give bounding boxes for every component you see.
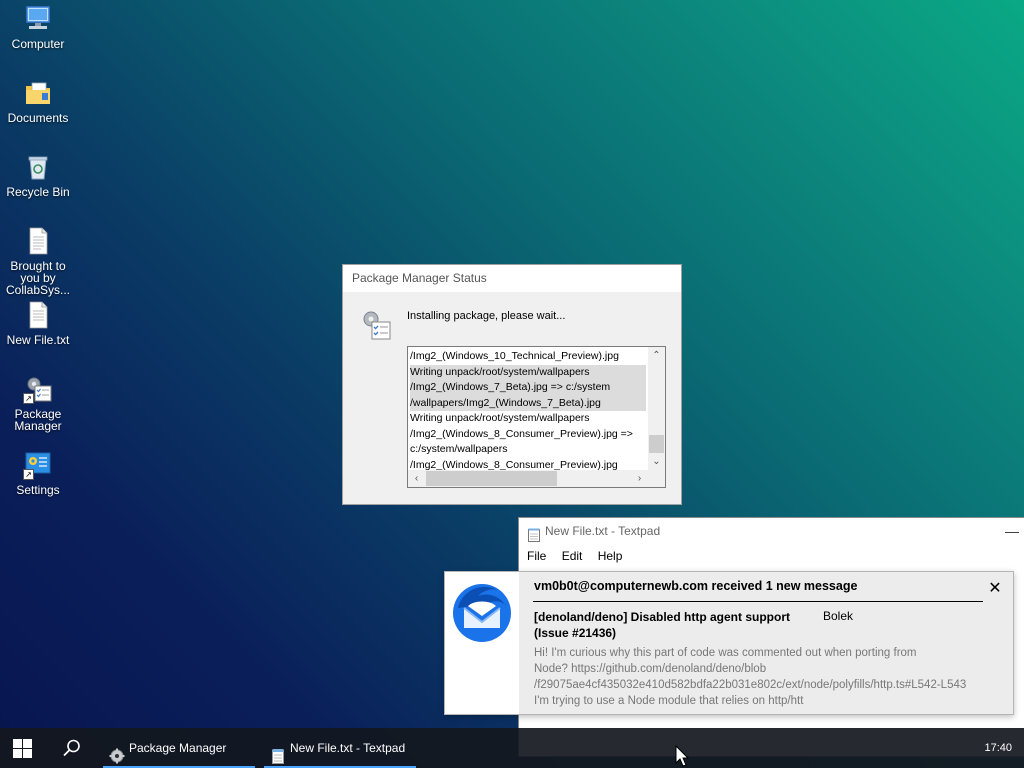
taskbar-item-label: New File.txt - Textpad: [290, 741, 406, 755]
desktop-icon-documents[interactable]: Documents: [0, 78, 76, 124]
start-button[interactable]: [13, 739, 32, 758]
textpad-titlebar[interactable]: New File.txt - Textpad —: [519, 518, 1024, 545]
window-title[interactable]: Package Manager Status: [343, 265, 681, 292]
scroll-up-arrow-icon[interactable]: ⌃: [648, 347, 665, 364]
vertical-scrollbar[interactable]: ⌃ ⌄: [648, 347, 665, 470]
horizontal-scrollbar[interactable]: ‹ ›: [408, 470, 665, 487]
desktop-icon-brought-to-you[interactable]: Brought to you by CollabSys...: [0, 226, 76, 296]
log-line: c:/system/wallpapers: [410, 443, 508, 455]
shortcut-arrow-icon: ↗: [23, 393, 34, 404]
log-line: Writing unpack/root/system/wallpapers: [410, 364, 646, 380]
message-preview-line: Hi! I'm curious why this part of code wa…: [534, 647, 917, 659]
message-subject: [denoland/deno] Disabled http agent supp…: [534, 610, 790, 640]
desktop-icon-label: Documents: [7, 111, 69, 125]
search-icon: [63, 739, 80, 757]
notification-title: vm0b0t@computernewb.com received 1 new m…: [534, 579, 858, 593]
log-line: /wallpapers/Img2_(Windows_7_Beta).jpg: [410, 395, 646, 411]
log-line: /Img2_(Windows_7_Beta).jpg => c:/system: [410, 380, 646, 396]
notepad-icon: [528, 525, 540, 542]
desktop-icon-label: New File.txt: [6, 333, 70, 347]
notepad-icon: [270, 740, 286, 764]
desktop-icon-label: Settings: [16, 483, 60, 497]
message-preview-line: /f29075ae4cf435032e410d582bdfa22b031e802…: [534, 679, 967, 691]
text-file-icon: [23, 226, 53, 256]
log-line: /Img2_(Windows_8_Consumer_Preview).jpg: [410, 458, 618, 471]
taskbar-item-label: Package Manager: [129, 741, 227, 755]
desktop-icon-new-file[interactable]: New File.txt: [0, 300, 76, 346]
desktop-icon-label: Computer: [11, 37, 65, 51]
divider: [533, 601, 983, 602]
install-log-lines: /Img2_(Windows_10_Technical_Preview).jpg…: [408, 347, 648, 470]
menu-file[interactable]: File: [527, 549, 546, 563]
message-preview-line: Node? https://github.com/denoland/deno/b…: [534, 663, 767, 675]
desktop-icon-settings[interactable]: ↗ Settings: [0, 450, 76, 496]
desktop-icon-recycle-bin[interactable]: Recycle Bin: [0, 152, 76, 198]
taskbar: Package Manager New File.txt - Textpad 1…: [0, 728, 1024, 768]
text-file-icon: [23, 300, 53, 330]
desktop-icon-label: Recycle Bin: [6, 185, 70, 199]
package-manager-status-window[interactable]: Package Manager Status Installing packag…: [342, 264, 682, 505]
vertical-scroll-thumb[interactable]: [649, 435, 664, 453]
settings-icon: ↗: [23, 450, 53, 480]
message-preview: Hi! I'm curious why this part of code wa…: [534, 645, 994, 709]
desktop-icon-computer[interactable]: Computer: [0, 4, 76, 50]
message-preview-line: I'm trying to use a Node module that rel…: [534, 695, 804, 707]
desktop-icon-package-manager[interactable]: ↗ Package Manager: [0, 374, 76, 432]
install-log-listbox[interactable]: /Img2_(Windows_10_Technical_Preview).jpg…: [407, 346, 666, 488]
package-manager-icon: [109, 740, 125, 764]
notification-logo-area: [445, 572, 519, 714]
close-icon[interactable]: ✕: [987, 578, 1003, 598]
log-line: Writing unpack/root/system/wallpapers: [410, 412, 590, 424]
thunderbird-logo-icon: [453, 584, 511, 642]
computer-icon: [23, 4, 53, 34]
log-line: /Img2_(Windows_10_Technical_Preview).jpg: [410, 350, 619, 362]
scroll-left-arrow-icon[interactable]: ‹: [408, 470, 425, 487]
menu-bar: File Edit Help: [519, 545, 1024, 567]
message-sender: Bolek: [823, 609, 854, 623]
recycle-bin-icon: [23, 152, 53, 182]
desktop-icon-label: Brought to you by CollabSys...: [5, 259, 71, 297]
package-manager-icon: [359, 308, 393, 342]
window-title: New File.txt - Textpad: [545, 524, 661, 538]
minimize-button[interactable]: —: [1005, 518, 1019, 545]
scroll-right-arrow-icon[interactable]: ›: [631, 470, 648, 487]
windows-logo-icon: [13, 739, 32, 758]
mouse-cursor-icon: [675, 745, 689, 767]
taskbar-clock[interactable]: 17:40: [984, 728, 1012, 768]
taskbar-item-textpad[interactable]: New File.txt - Textpad: [264, 728, 416, 768]
desktop-icon-label: Package Manager: [14, 407, 62, 433]
taskbar-item-package-manager[interactable]: Package Manager: [103, 728, 255, 768]
menu-edit[interactable]: Edit: [562, 549, 583, 563]
desktop: Computer Documents Recycle Bin Brought t…: [0, 0, 1024, 768]
log-line: /Img2_(Windows_8_Consumer_Preview).jpg =…: [410, 427, 633, 440]
documents-folder-icon: [23, 78, 53, 108]
package-manager-icon: ↗: [23, 374, 53, 404]
scroll-down-arrow-icon[interactable]: ⌄: [648, 453, 665, 470]
status-message: Installing package, please wait...: [407, 310, 566, 322]
search-button[interactable]: [62, 738, 82, 758]
horizontal-scroll-thumb[interactable]: [426, 471, 557, 486]
shortcut-arrow-icon: ↗: [23, 469, 34, 480]
mail-notification[interactable]: vm0b0t@computernewb.com received 1 new m…: [444, 571, 1014, 715]
menu-help[interactable]: Help: [598, 549, 623, 563]
